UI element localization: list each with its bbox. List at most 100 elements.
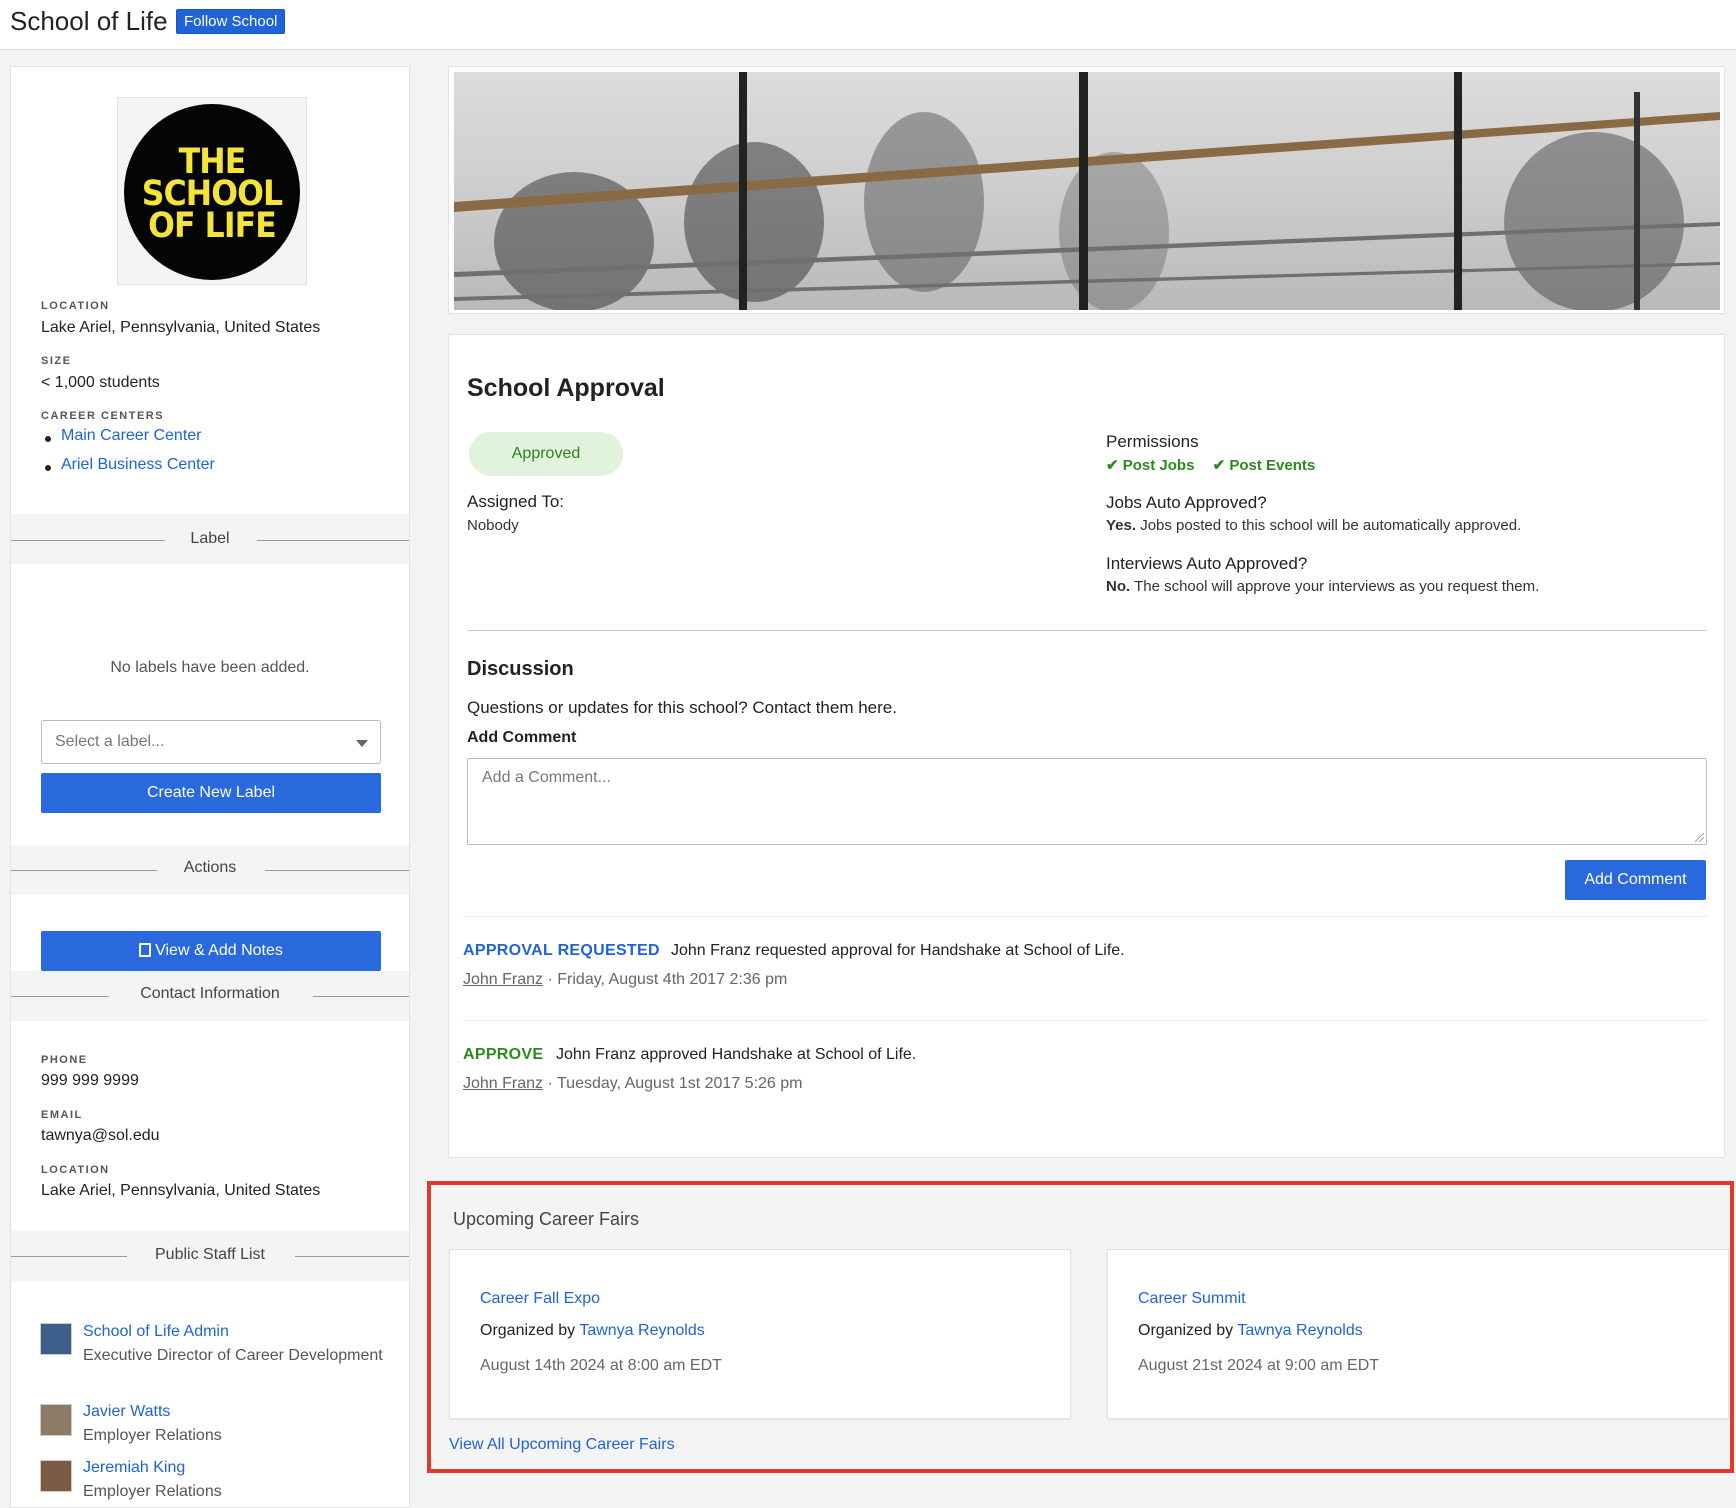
assigned-to-label: Assigned To:: [467, 492, 565, 511]
no-labels-text: No labels have been added.: [110, 659, 310, 676]
jobs-auto-description: Jobs posted to this school will be autom…: [1140, 517, 1522, 534]
notes-icon: [139, 943, 152, 957]
career-fair-link[interactable]: Career Fall Expo: [480, 1290, 600, 1308]
bullet-icon: [45, 436, 51, 442]
event-tag: APPROVE: [463, 1046, 544, 1063]
organizer-link[interactable]: Tawnya Reynolds: [1237, 1322, 1362, 1339]
interviews-auto-answer: No.: [1106, 578, 1131, 595]
phone-value: 999 999 9999: [41, 1072, 139, 1089]
staff-name-link[interactable]: School of Life Admin: [83, 1323, 229, 1341]
discussion-title: Discussion: [467, 658, 574, 680]
upcoming-career-fairs: Upcoming Career Fairs Career Fall Expo O…: [427, 1181, 1734, 1473]
career-fairs-title: Upcoming Career Fairs: [453, 1209, 640, 1229]
view-add-notes-label: View & Add Notes: [155, 942, 283, 959]
view-add-notes-button[interactable]: View & Add Notes: [41, 931, 381, 971]
event-text: John Franz approved Handshake at School …: [556, 1046, 917, 1063]
resize-handle-icon[interactable]: [1695, 833, 1704, 842]
divider: [313, 996, 409, 997]
staff-role: Executive Director of Career Development: [83, 1347, 383, 1364]
career-fair-link[interactable]: Career Summit: [1138, 1290, 1246, 1308]
interviews-auto-description: The school will approve your interviews …: [1134, 578, 1540, 595]
career-fair-organizer: Organized by Tawnya Reynolds: [1138, 1322, 1363, 1340]
comment-textarea[interactable]: Add a Comment...: [467, 758, 1707, 845]
career-fair-date: August 21st 2024 at 9:00 am EDT: [1138, 1357, 1380, 1374]
approval-title: School Approval: [467, 374, 665, 402]
contact-location-label: LOCATION: [41, 1164, 110, 1176]
phone-label: PHONE: [41, 1054, 88, 1066]
label-section-title: Label: [190, 530, 230, 547]
label-section-header: Label: [11, 514, 409, 564]
location-value: Lake Ariel, Pennsylvania, United States: [41, 319, 321, 336]
logo-circle: THE SCHOOL OF LIFE: [124, 104, 300, 280]
avatar: [40, 1460, 72, 1492]
email-label: EMAIL: [41, 1109, 83, 1121]
school-cover-image: [448, 66, 1725, 314]
school-sidebar: THE SCHOOL OF LIFE LOCATION Lake Ariel, …: [10, 66, 410, 1508]
label-select[interactable]: Select a label...: [41, 720, 381, 764]
school-approval-card: School Approval Approved Assigned To: No…: [448, 334, 1725, 1158]
comment-placeholder: Add a Comment...: [482, 769, 611, 786]
interviews-auto-text: No. The school will approve your intervi…: [1106, 578, 1706, 595]
stair-railing-graphic: [454, 72, 1720, 310]
add-comment-button[interactable]: Add Comment: [1565, 860, 1706, 900]
career-fair-card: Career Summit Organized by Tawnya Reynol…: [1107, 1249, 1729, 1419]
status-badge: Approved: [469, 432, 623, 476]
email-value: tawnya@sol.edu: [41, 1127, 160, 1144]
chevron-down-icon: [356, 740, 368, 747]
logo-text: THE SCHOOL OF LIFE: [141, 142, 283, 246]
divider: [257, 540, 409, 541]
staff-name-link[interactable]: Jeremiah King: [83, 1459, 185, 1477]
event-timestamp: · Tuesday, August 1st 2017 5:26 pm: [547, 1075, 803, 1092]
jobs-auto-answer: Yes.: [1106, 517, 1137, 534]
staff-section-title: Public Staff List: [155, 1246, 265, 1263]
cover-photo: [454, 72, 1720, 310]
follow-school-button[interactable]: Follow School: [176, 9, 286, 34]
permissions-label: Permissions: [1106, 432, 1199, 451]
assigned-to-value: Nobody: [467, 517, 519, 534]
staff-role: Employer Relations: [83, 1427, 222, 1444]
event-timestamp: · Friday, August 4th 2017 2:36 pm: [547, 971, 788, 988]
event-tag: APPROVAL REQUESTED: [463, 942, 660, 959]
organizer-link[interactable]: Tawnya Reynolds: [579, 1322, 704, 1339]
contact-section-header: Contact Information: [11, 971, 409, 1021]
permission-post-jobs: Post Jobs: [1122, 457, 1195, 474]
divider: [295, 1256, 409, 1257]
career-fair-organizer: Organized by Tawnya Reynolds: [480, 1322, 705, 1340]
location-label: LOCATION: [41, 300, 110, 312]
event-author-link[interactable]: John Franz: [463, 971, 543, 988]
label-select-placeholder: Select a label...: [55, 733, 165, 750]
size-label: SIZE: [41, 355, 72, 367]
permission-post-events: Post Events: [1229, 457, 1316, 474]
divider: [265, 870, 409, 871]
divider: [463, 916, 1707, 917]
contact-section-title: Contact Information: [140, 985, 280, 1002]
divider: [467, 630, 1707, 631]
view-all-career-fairs-link[interactable]: View All Upcoming Career Fairs: [449, 1436, 675, 1454]
page-title: School of Life: [10, 6, 168, 36]
jobs-auto-label: Jobs Auto Approved?: [1106, 493, 1267, 512]
career-fair-card: Career Fall Expo Organized by Tawnya Rey…: [449, 1249, 1071, 1419]
event-author-link[interactable]: John Franz: [463, 1075, 543, 1092]
divider: [463, 1020, 1707, 1021]
actions-section-title: Actions: [183, 859, 237, 876]
career-centers-label: CAREER CENTERS: [41, 410, 165, 422]
create-label-button[interactable]: Create New Label: [41, 773, 381, 813]
actions-section-header: Actions: [11, 845, 409, 895]
career-center-link[interactable]: Ariel Business Center: [61, 456, 215, 474]
contact-location-value: Lake Ariel, Pennsylvania, United States: [41, 1182, 321, 1199]
event-meta: John Franz · Tuesday, August 1st 2017 5:…: [463, 1075, 802, 1093]
checkmark-icon: ✔: [1106, 457, 1119, 474]
event-text: John Franz requested approval for Handsh…: [671, 942, 1125, 959]
interviews-auto-label: Interviews Auto Approved?: [1106, 554, 1308, 573]
top-header: School of Life Follow School: [0, 0, 1736, 50]
permissions-list: ✔ Post Jobs ✔ Post Events: [1106, 456, 1315, 474]
size-value: < 1,000 students: [41, 374, 160, 391]
staff-role: Employer Relations: [83, 1483, 222, 1500]
jobs-auto-text: Yes. Jobs posted to this school will be …: [1106, 517, 1706, 534]
career-fair-date: August 14th 2024 at 8:00 am EDT: [480, 1357, 722, 1374]
organized-by-label: Organized by: [1138, 1322, 1234, 1339]
career-center-link[interactable]: Main Career Center: [61, 427, 202, 445]
checkmark-icon: ✔: [1212, 457, 1226, 474]
staff-section-header: Public Staff List: [11, 1231, 409, 1281]
staff-name-link[interactable]: Javier Watts: [83, 1403, 170, 1421]
